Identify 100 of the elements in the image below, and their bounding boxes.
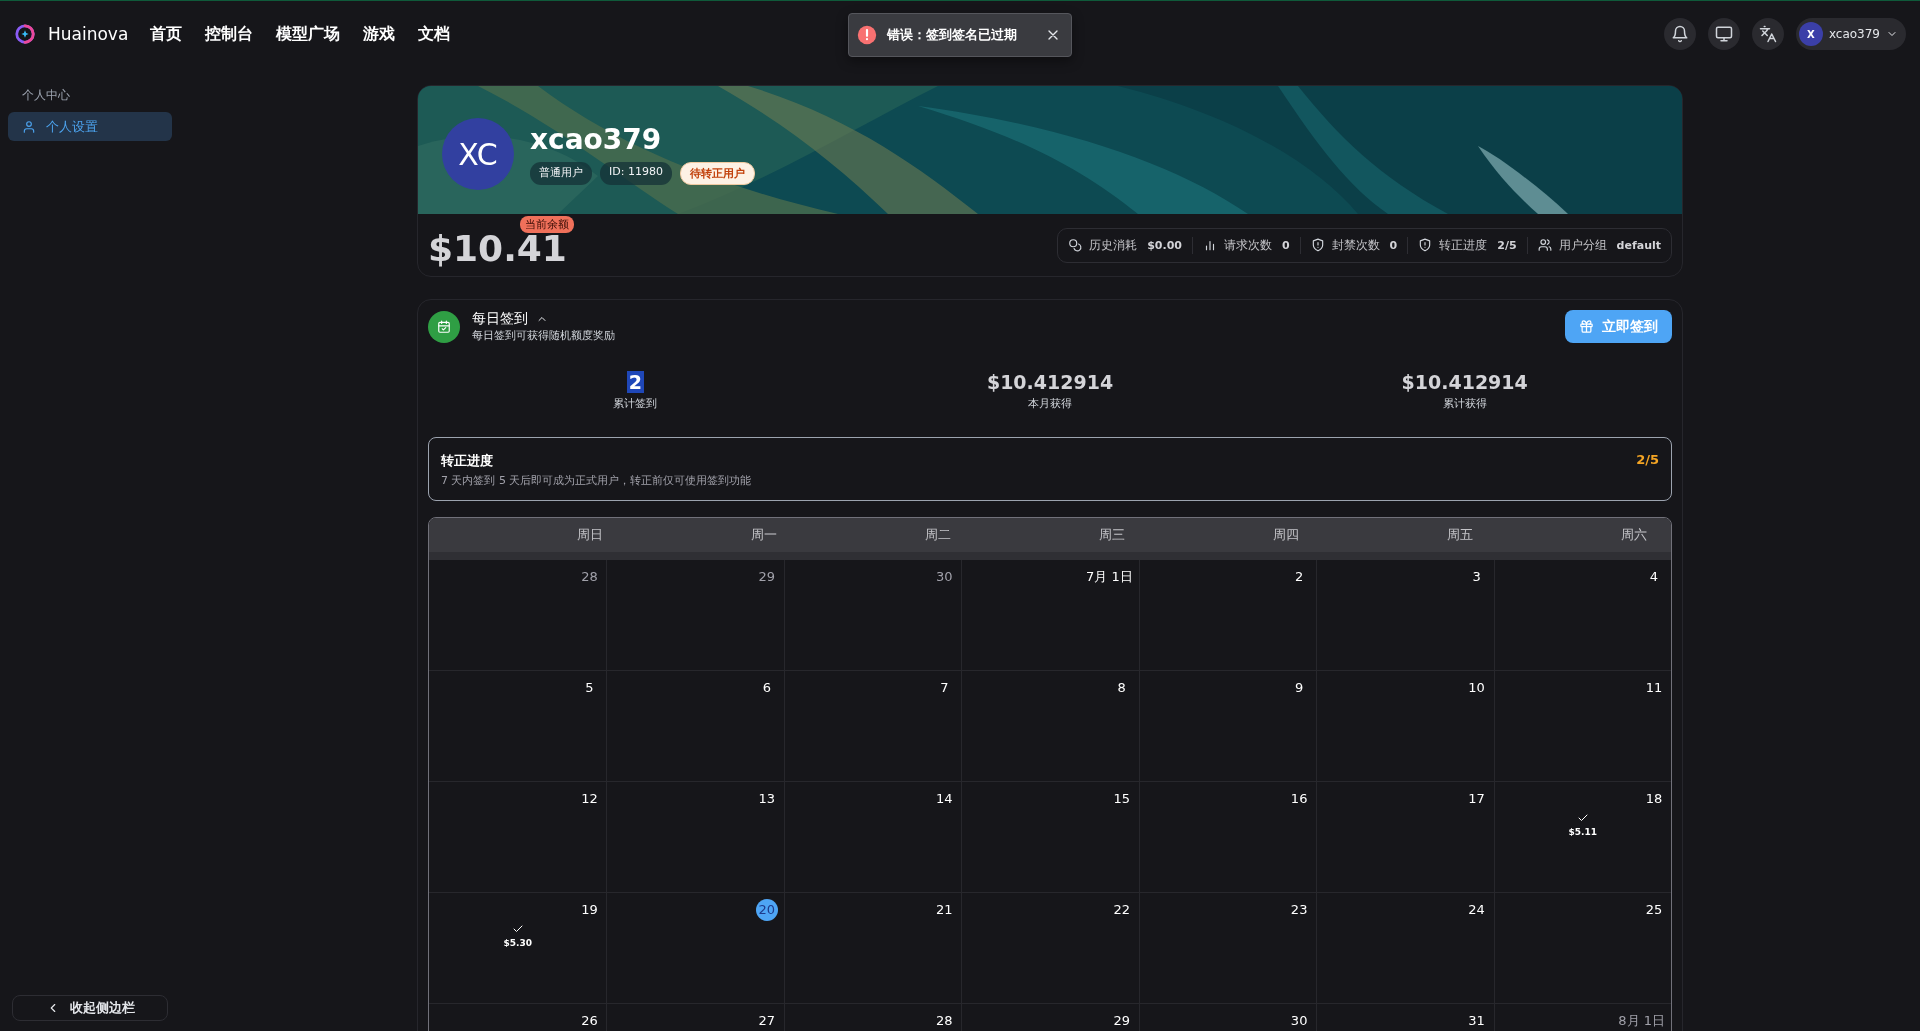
day-number: 2 — [1294, 568, 1305, 586]
calendar-cell[interactable]: 13 — [606, 782, 784, 892]
calendar-cell[interactable]: 18 $5.11 — [1493, 782, 1671, 892]
day-number: 29 — [757, 568, 777, 586]
day-number: 10 — [1467, 679, 1486, 697]
day-number: 7 — [939, 679, 950, 697]
nav-link[interactable]: 模型广场 — [276, 23, 341, 45]
weekday-header: 周四 — [1272, 526, 1300, 544]
summary-label: 本月获得 — [1028, 396, 1072, 411]
stat-value: default — [1616, 238, 1661, 252]
day-number: 3 — [1471, 568, 1482, 586]
day-number: 16 — [1289, 790, 1309, 808]
weekday-header: 周二 — [924, 526, 952, 544]
calendar-cell[interactable]: 4 — [1493, 560, 1671, 670]
calendar-cell[interactable]: 8月 1日 — [1493, 1004, 1671, 1031]
calendar-cell[interactable]: 26 — [429, 1004, 607, 1031]
language-button[interactable] — [1751, 18, 1784, 50]
reward-amount: $5.11 — [1568, 827, 1597, 837]
calendar-cell[interactable]: 2 — [1138, 560, 1317, 670]
day-number: 7月 1日 — [1086, 568, 1133, 586]
calendar-cell[interactable]: 30 — [783, 560, 962, 670]
day-number: 24 — [1467, 901, 1486, 919]
calendar-cell[interactable]: 19 $5.30 — [429, 893, 607, 1003]
display-button[interactable] — [1707, 18, 1740, 50]
calendar-cell[interactable]: 7 — [783, 671, 962, 781]
calendar-cell[interactable]: 28 — [429, 560, 607, 670]
day-number: 23 — [1289, 901, 1309, 919]
day-number: 28 — [935, 1012, 954, 1030]
user-name: xcao379 — [1828, 27, 1880, 41]
calendar-cell[interactable]: 30 — [1138, 1004, 1317, 1031]
calendar-cell[interactable]: 10 — [1316, 671, 1494, 781]
checkin-title: 每日签到 — [472, 310, 528, 328]
calendar-cell[interactable]: 14 — [783, 782, 962, 892]
nav-link[interactable]: 首页 — [150, 23, 183, 45]
calendar-cell[interactable]: 28 — [783, 1004, 962, 1031]
calendar-cell[interactable]: 23 — [1138, 893, 1317, 1003]
calendar-cell[interactable]: 24 — [1316, 893, 1494, 1003]
collapse-sidebar-button[interactable]: 收起侧边栏 — [12, 995, 168, 1021]
stat-label: 封禁次数 — [1331, 236, 1380, 254]
day-number: 22 — [1112, 901, 1131, 919]
calendar-cell[interactable]: 3 — [1316, 560, 1494, 670]
summary-value: $10.412914 — [1401, 371, 1528, 393]
day-number: 28 — [580, 568, 599, 586]
stat-value: 0 — [1281, 238, 1290, 252]
calendar-cell[interactable]: 5 — [429, 671, 607, 781]
checkin-subtitle: 每日签到可获得随机额度奖励 — [472, 328, 615, 343]
user-menu-button[interactable]: X xcao379 — [1795, 18, 1906, 50]
user-icon — [22, 119, 36, 134]
stat-value: 2/5 — [1497, 238, 1517, 252]
nav-link[interactable]: 游戏 — [363, 23, 396, 45]
calendar-cell[interactable]: 6 — [606, 671, 784, 781]
calendar-cell[interactable]: 27 — [606, 1004, 784, 1031]
notification-button[interactable] — [1663, 18, 1696, 50]
calendar-cell[interactable]: 29 — [606, 560, 784, 670]
day-number: 30 — [1289, 1012, 1309, 1030]
day-number: 5 — [584, 679, 595, 697]
calendar-cell[interactable]: 22 — [961, 893, 1139, 1003]
translate-icon — [1758, 25, 1777, 43]
day-number: 14 — [935, 790, 954, 808]
calendar-cell[interactable]: 25 — [1493, 893, 1671, 1003]
brand-name[interactable]: Huainova — [48, 24, 129, 44]
calendar-cell[interactable]: 31 — [1316, 1004, 1494, 1031]
calendar-cell[interactable]: 11 — [1493, 671, 1671, 781]
day-number: 31 — [1467, 1012, 1486, 1030]
weekday-header: 周五 — [1446, 526, 1474, 544]
day-number: 30 — [935, 568, 954, 586]
calendar-cell[interactable]: 29 — [961, 1004, 1139, 1031]
calendar-cell[interactable]: 12 — [429, 782, 607, 892]
calendar-check-icon — [428, 310, 460, 343]
weekday-header: 周日 — [576, 526, 604, 544]
summary-label: 累计签到 — [613, 396, 658, 411]
nav-link[interactable]: 控制台 — [205, 23, 254, 45]
calendar-cell[interactable]: 7月 1日 — [961, 560, 1139, 670]
progress-description: 7 天内签到 5 天后即可成为正式用户，转正前仅可使用签到功能 — [441, 473, 752, 488]
day-number: 25 — [1644, 901, 1664, 919]
day-number: 11 — [1644, 679, 1664, 697]
calendar-cell[interactable]: 17 — [1316, 782, 1494, 892]
shield-icon — [1418, 238, 1433, 252]
calendar-cell[interactable]: 8 — [961, 671, 1139, 781]
stat-label: 请求次数 — [1223, 236, 1272, 254]
monitor-icon — [1714, 25, 1733, 43]
calendar-cell[interactable]: 21 — [783, 893, 962, 1003]
toast-message: 错误：签到签名已过期 — [887, 26, 1018, 44]
nav-link[interactable]: 文档 — [418, 23, 451, 45]
calendar-cell[interactable]: 9 — [1138, 671, 1317, 781]
user-avatar: X — [1798, 22, 1823, 46]
error-icon — [857, 25, 877, 45]
day-number: 18 — [1644, 790, 1664, 808]
username: xcao379 — [530, 123, 663, 156]
calendar-cell[interactable]: 20 — [606, 893, 784, 1003]
calendar-cell[interactable]: 15 — [961, 782, 1139, 892]
day-number: 21 — [935, 901, 954, 919]
stat-label: 历史消耗 — [1089, 236, 1138, 254]
weekday-header: 周三 — [1098, 526, 1126, 544]
weekday-header: 周六 — [1620, 526, 1648, 544]
day-number: 4 — [1648, 568, 1660, 586]
coins-icon — [1068, 238, 1083, 252]
calendar-cell[interactable]: 16 — [1138, 782, 1317, 892]
sidebar-item[interactable]: 个人设置 — [8, 112, 172, 141]
summary-value: $10.412914 — [986, 371, 1114, 393]
